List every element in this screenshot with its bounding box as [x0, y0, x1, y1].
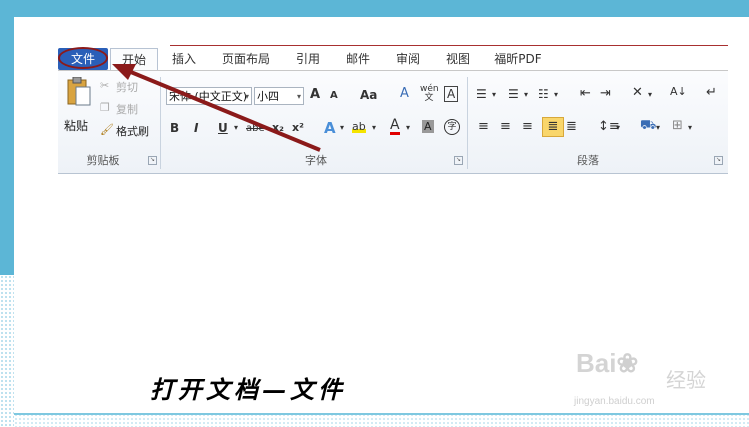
- tab-mailings[interactable]: 邮件: [338, 49, 378, 69]
- left-frame-border: [0, 0, 14, 275]
- increase-indent-icon[interactable]: ⇥: [600, 86, 611, 101]
- align-center-icon[interactable]: ≡: [500, 119, 511, 134]
- chevron-down-icon[interactable]: ▾: [648, 90, 652, 99]
- chevron-down-icon[interactable]: ▾: [372, 123, 376, 132]
- subscript-button[interactable]: x₂: [272, 121, 284, 134]
- cut-label: 剪切: [116, 81, 138, 94]
- clear-format-icon[interactable]: A: [400, 86, 409, 101]
- copy-button[interactable]: ❐ 复制: [100, 101, 150, 117]
- caption-text: 打开文档—文件: [150, 375, 346, 404]
- tab-review[interactable]: 审阅: [388, 49, 428, 69]
- chevron-down-icon[interactable]: ▾: [406, 123, 410, 132]
- text-effect-icon[interactable]: A: [324, 119, 336, 137]
- scissors-icon: ✂: [100, 79, 110, 92]
- paw-icon: ❀: [616, 348, 639, 378]
- shrink-font-icon[interactable]: A: [330, 90, 338, 101]
- chevron-down-icon[interactable]: ▾: [234, 123, 238, 132]
- char-border-icon[interactable]: A: [444, 86, 459, 102]
- sort-icon[interactable]: A↓: [670, 85, 687, 98]
- watermark-brand-text: Bai: [576, 348, 617, 378]
- align-right-icon[interactable]: ≡: [522, 119, 533, 134]
- bullets-icon[interactable]: ☰: [476, 87, 487, 101]
- tab-references[interactable]: 引用: [288, 49, 328, 69]
- font-name-value: 宋体 (中文正文): [169, 90, 248, 103]
- separator: [467, 77, 468, 169]
- clipboard-group-label: 剪贴板: [86, 154, 120, 167]
- watermark-brand2: 经验: [666, 370, 706, 392]
- chevron-down-icon[interactable]: ▾: [554, 90, 558, 99]
- ribbon-body: 粘贴 ✂ 剪切 ❐ 复制 🖌 格式刷 剪贴板 ↘ 宋体 (中文正文) ▾ 小四 …: [58, 71, 728, 174]
- font-group-label: 字体: [305, 154, 327, 167]
- brush-icon: 🖌: [100, 123, 114, 136]
- cut-button[interactable]: ✂ 剪切: [100, 79, 150, 95]
- ribbon: 文件 开始 插入 页面布局 引用 邮件 审阅 视图 福昕PDF 粘贴 ✂ 剪切 …: [58, 45, 728, 174]
- format-painter-label: 格式刷: [116, 125, 149, 138]
- chevron-down-icon[interactable]: ▾: [524, 90, 528, 99]
- borders-icon[interactable]: ⊞: [672, 118, 683, 133]
- font-size-select[interactable]: 小四 ▾: [254, 87, 304, 105]
- font-name-select[interactable]: 宋体 (中文正文) ▾: [166, 87, 252, 105]
- paste-button[interactable]: 粘贴: [62, 77, 96, 133]
- chevron-down-icon[interactable]: ▾: [656, 123, 660, 132]
- tab-view[interactable]: 视图: [438, 49, 478, 69]
- multilevel-list-icon[interactable]: ☷: [538, 87, 549, 101]
- chevron-down-icon[interactable]: ▾: [492, 90, 496, 99]
- show-marks-icon[interactable]: ↵: [706, 85, 717, 100]
- ribbon-tab-bar: 文件 开始 插入 页面布局 引用 邮件 审阅 视图 福昕PDF: [58, 45, 728, 71]
- tab-foxit-pdf[interactable]: 福昕PDF: [488, 49, 548, 69]
- grow-font-icon[interactable]: A: [310, 87, 320, 102]
- chevron-down-icon: ▾: [296, 92, 301, 101]
- superscript-button[interactable]: x²: [292, 121, 304, 134]
- char-shading-icon[interactable]: A: [422, 120, 434, 133]
- chevron-down-icon[interactable]: ▾: [616, 123, 620, 132]
- top-frame-border: [0, 0, 749, 17]
- underline-button[interactable]: U: [218, 121, 228, 135]
- highlight-icon[interactable]: ab: [352, 120, 366, 133]
- watermark-brand: Bai❀: [576, 348, 638, 379]
- phonetic-guide-icon[interactable]: wén 文: [420, 85, 439, 103]
- copy-icon: ❐: [100, 101, 110, 114]
- paragraph-launcher-icon[interactable]: ↘: [714, 156, 723, 165]
- chinese-layout-icon[interactable]: ✕: [632, 85, 643, 100]
- enclose-char-icon[interactable]: 字: [444, 119, 460, 135]
- paragraph-group-label: 段落: [577, 154, 599, 167]
- chevron-down-icon[interactable]: ▾: [688, 123, 692, 132]
- chevron-down-icon: ▾: [244, 92, 249, 101]
- justify-icon[interactable]: ≣: [542, 117, 564, 137]
- watermark-url: jingyan.baidu.com: [574, 396, 655, 407]
- font-launcher-icon[interactable]: ↘: [454, 156, 463, 165]
- tab-page-layout[interactable]: 页面布局: [216, 49, 276, 69]
- paste-label: 粘贴: [64, 119, 89, 133]
- change-case-icon[interactable]: Aa: [360, 88, 377, 102]
- align-left-icon[interactable]: ≡: [478, 119, 489, 134]
- font-size-value: 小四: [257, 90, 279, 103]
- tab-insert[interactable]: 插入: [164, 49, 204, 69]
- decrease-indent-icon[interactable]: ⇤: [580, 86, 591, 101]
- distributed-icon[interactable]: ≣: [566, 119, 577, 134]
- annotation-circle: [58, 47, 108, 69]
- separator: [160, 77, 161, 169]
- italic-button[interactable]: I: [194, 121, 198, 135]
- dot-pattern-bottom: [14, 413, 749, 427]
- numbering-icon[interactable]: ☰: [508, 87, 519, 101]
- strikethrough-button[interactable]: abe: [246, 123, 265, 134]
- shading-icon[interactable]: ⛟: [640, 118, 656, 135]
- clipboard-icon: [67, 77, 91, 106]
- format-painter-button[interactable]: 🖌 格式刷: [100, 123, 156, 139]
- accent-line: [170, 45, 728, 46]
- dot-pattern: [0, 275, 14, 427]
- chevron-down-icon[interactable]: ▾: [340, 123, 344, 132]
- copy-label: 复制: [116, 103, 138, 116]
- bold-button[interactable]: B: [170, 121, 179, 135]
- tab-home[interactable]: 开始: [110, 48, 158, 71]
- font-color-icon[interactable]: A: [390, 118, 400, 135]
- clipboard-launcher-icon[interactable]: ↘: [148, 156, 157, 165]
